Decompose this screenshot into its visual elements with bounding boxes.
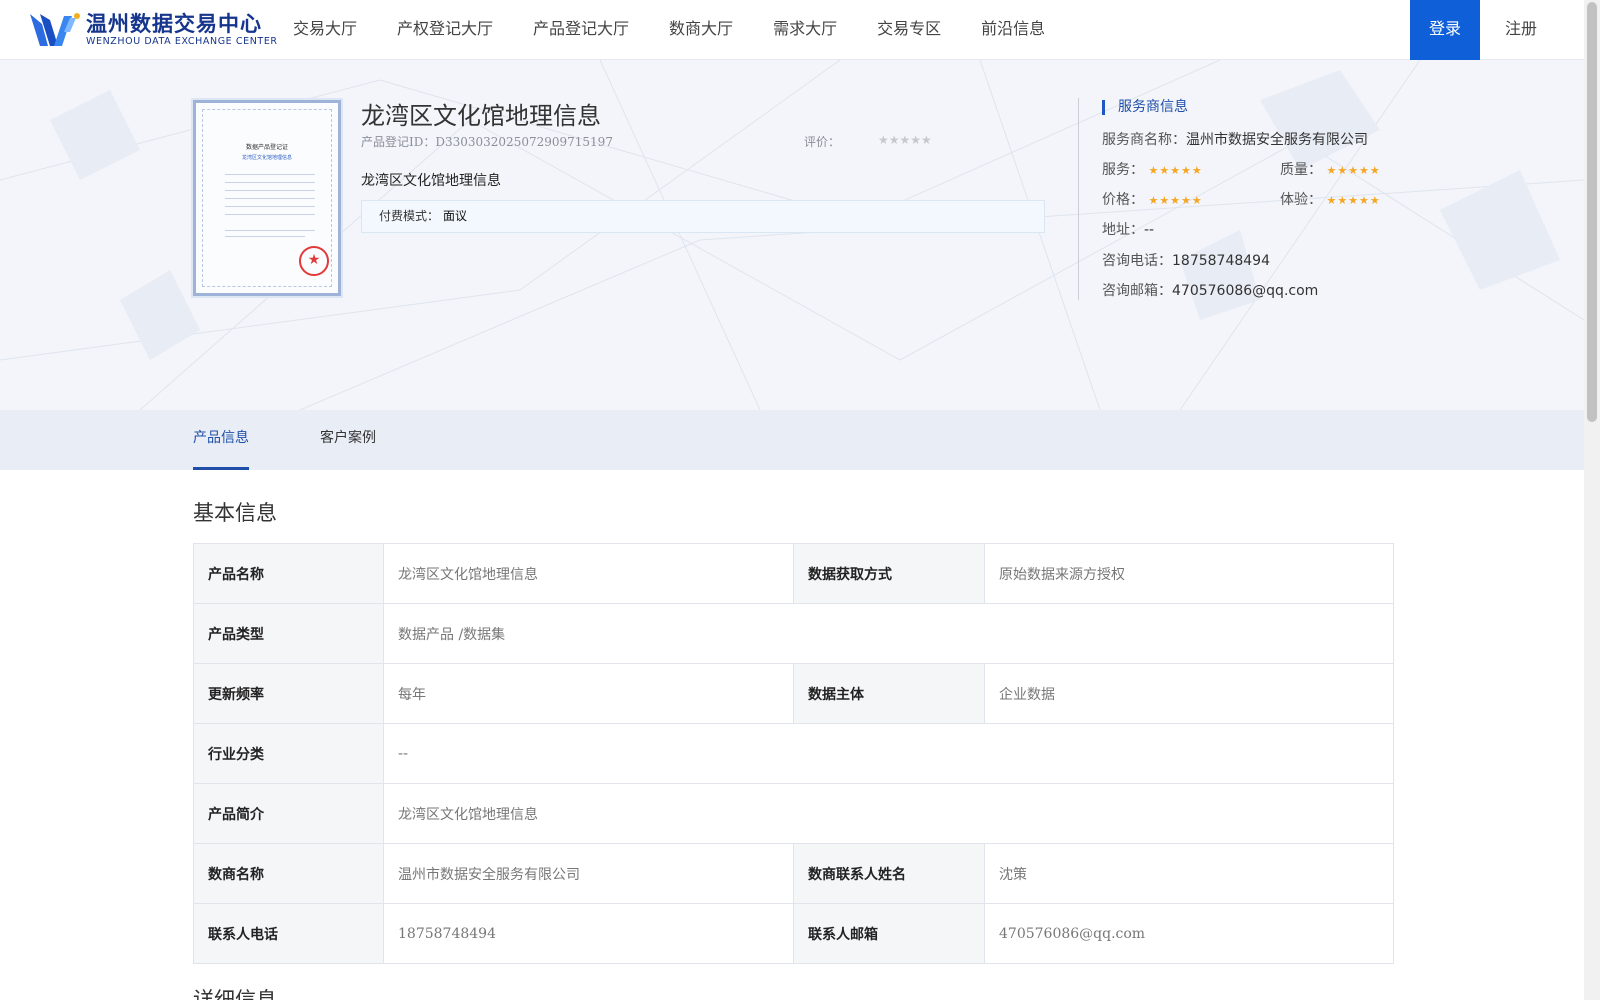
table-value: 原始数据来源方授权 bbox=[984, 543, 1394, 604]
nav-item-trading-zone[interactable]: 交易专区 bbox=[857, 0, 961, 60]
table-key: 联系人电话 bbox=[193, 903, 384, 964]
table-value: 每年 bbox=[383, 663, 794, 724]
site-logo[interactable]: 温州数据交易中心 WENZHOU DATA EXCHANGE CENTER bbox=[28, 10, 278, 50]
table-key: 产品名称 bbox=[193, 543, 384, 604]
service-stars-icon: ★★★★★ bbox=[1148, 164, 1203, 177]
table-row: 行业分类 -- bbox=[193, 723, 1394, 784]
payment-mode-box: 付费模式： 面议 bbox=[361, 200, 1045, 233]
nav-item-trading-hall[interactable]: 交易大厅 bbox=[273, 0, 377, 60]
product-registration-id: 产品登记ID：D33030320250729097151​97 bbox=[361, 135, 613, 149]
login-button[interactable]: 登录 bbox=[1410, 0, 1480, 60]
table-key: 行业分类 bbox=[193, 723, 384, 784]
certificate-image[interactable]: 数据产品登记证 龙湾区文化馆地理信息 ★ bbox=[193, 100, 341, 296]
certificate-title: 数据产品登记证 bbox=[245, 144, 288, 151]
certificate-subtitle: 龙湾区文化馆地理信息 bbox=[241, 155, 292, 161]
address-row: 地址：-- bbox=[1102, 219, 1154, 239]
top-navigation-bar: 温州数据交易中心 WENZHOU DATA EXCHANGE CENTER 交易… bbox=[0, 0, 1584, 60]
product-hero: 数据产品登记证 龙湾区文化馆地理信息 ★ 龙湾区文化馆地理信息 产品登记ID：D… bbox=[0, 60, 1584, 410]
table-row: 更新频率 每年 数据主体 企业数据 bbox=[193, 663, 1394, 724]
nav-item-frontier-info[interactable]: 前沿信息 bbox=[961, 0, 1065, 60]
service-rating-label: 服务： bbox=[1102, 162, 1144, 178]
nav-item-product-registration[interactable]: 产品登记大厅 bbox=[513, 0, 649, 60]
table-row: 产品类型 数据产品 /数据集 bbox=[193, 603, 1394, 664]
scrollbar-thumb[interactable] bbox=[1587, 2, 1597, 422]
price-rating-row: 价格： ★★★★★ bbox=[1102, 189, 1203, 209]
phone-value: 18758748494 bbox=[1172, 253, 1270, 269]
experience-stars-icon: ★★★★★ bbox=[1326, 194, 1381, 207]
table-row: 产品名称 龙湾区文化馆地理信息 数据获取方式 原始数据来源方授权 bbox=[193, 543, 1394, 604]
table-value: 18758748494 bbox=[383, 903, 794, 964]
table-key: 更新频率 bbox=[193, 663, 384, 724]
active-tab-indicator bbox=[193, 467, 249, 470]
payment-mode-label: 付费模式： bbox=[379, 209, 440, 223]
provider-info-header: 服务商信息 bbox=[1102, 100, 1188, 115]
product-title: 龙湾区文化馆地理信息 bbox=[361, 102, 601, 130]
table-value: 沈策 bbox=[984, 843, 1394, 904]
table-value: 470576086@qq.com bbox=[984, 903, 1394, 964]
table-value: 龙湾区文化馆地理信息 bbox=[383, 543, 794, 604]
phone-label: 咨询电话： bbox=[1102, 253, 1172, 269]
detail-tab-bar: 产品信息 客户案例 bbox=[0, 410, 1584, 470]
logo-chinese-text: 温州数据交易中心 bbox=[86, 12, 262, 36]
logo-english-text: WENZHOU DATA EXCHANGE CENTER bbox=[86, 36, 278, 47]
provider-name-label: 服务商名称： bbox=[1102, 132, 1186, 148]
price-stars-icon: ★★★★★ bbox=[1148, 194, 1203, 207]
email-row: 咨询邮箱：470576086@qq.com bbox=[1102, 280, 1318, 300]
nav-item-property-registration[interactable]: 产权登记大厅 bbox=[377, 0, 513, 60]
table-key: 联系人邮箱 bbox=[793, 903, 985, 964]
table-key: 产品类型 bbox=[193, 603, 384, 664]
address-value: -- bbox=[1144, 222, 1155, 238]
page-scrollbar[interactable] bbox=[1584, 0, 1600, 1000]
address-label: 地址： bbox=[1102, 222, 1144, 238]
quality-rating-row: 质量： ★★★★★ bbox=[1280, 159, 1381, 179]
table-row: 产品简介 龙湾区文化馆地理信息 bbox=[193, 783, 1394, 844]
price-rating-label: 价格： bbox=[1102, 192, 1144, 208]
table-value: 数据产品 /数据集 bbox=[383, 603, 1394, 664]
product-description: 龙湾区文化馆地理信息 bbox=[361, 173, 501, 189]
email-value: 470576086@qq.com bbox=[1172, 283, 1319, 299]
table-value: 企业数据 bbox=[984, 663, 1394, 724]
rating-label: 评价： bbox=[804, 135, 841, 149]
service-rating-row: 服务： ★★★★★ bbox=[1102, 159, 1203, 179]
table-key: 产品简介 bbox=[193, 783, 384, 844]
nav-item-data-merchant-hall[interactable]: 数商大厅 bbox=[649, 0, 753, 60]
provider-name: 温州市数据安全服务有限公司 bbox=[1186, 132, 1368, 148]
quality-stars-icon: ★★★★★ bbox=[1326, 164, 1381, 177]
table-value: 龙湾区文化馆地理信息 bbox=[383, 783, 1394, 844]
payment-mode-value: 面议 bbox=[443, 209, 468, 223]
experience-rating-label: 体验： bbox=[1280, 192, 1322, 208]
vertical-divider bbox=[1078, 98, 1079, 300]
table-key: 数据主体 bbox=[793, 663, 985, 724]
basic-info-title: 基本信息 bbox=[193, 501, 277, 525]
experience-rating-row: 体验： ★★★★★ bbox=[1280, 189, 1381, 209]
certificate-seal-icon: ★ bbox=[299, 246, 329, 276]
table-row: 数商名称 温州市数据安全服务有限公司 数商联系人姓名 沈策 bbox=[193, 843, 1394, 904]
table-key: 数商联系人姓名 bbox=[793, 843, 985, 904]
nav-item-demand-hall[interactable]: 需求大厅 bbox=[753, 0, 857, 60]
table-key: 数商名称 bbox=[193, 843, 384, 904]
detail-info-title: 详细信息 bbox=[193, 988, 277, 1000]
table-value: 温州市数据安全服务有限公司 bbox=[383, 843, 794, 904]
table-value: -- bbox=[383, 723, 1394, 784]
tab-customer-cases[interactable]: 客户案例 bbox=[320, 410, 376, 470]
email-label: 咨询邮箱： bbox=[1102, 283, 1172, 299]
table-row: 联系人电话 18758748494 联系人邮箱 470576086@qq.com bbox=[193, 903, 1394, 964]
rating-stars-icon[interactable]: ★★★★★ bbox=[878, 133, 932, 147]
basic-info-table: 产品名称 龙湾区文化馆地理信息 数据获取方式 原始数据来源方授权 产品类型 数据… bbox=[193, 543, 1394, 964]
provider-name-row: 服务商名称：温州市数据安全服务有限公司 bbox=[1102, 129, 1368, 149]
table-key: 数据获取方式 bbox=[793, 543, 985, 604]
main-nav: 交易大厅 产权登记大厅 产品登记大厅 数商大厅 需求大厅 交易专区 前沿信息 bbox=[273, 0, 1065, 60]
phone-row: 咨询电话：18758748494 bbox=[1102, 250, 1270, 270]
logo-mark-icon bbox=[30, 13, 80, 46]
tab-product-info[interactable]: 产品信息 bbox=[193, 410, 249, 470]
register-button[interactable]: 注册 bbox=[1486, 0, 1556, 60]
quality-rating-label: 质量： bbox=[1280, 162, 1322, 178]
